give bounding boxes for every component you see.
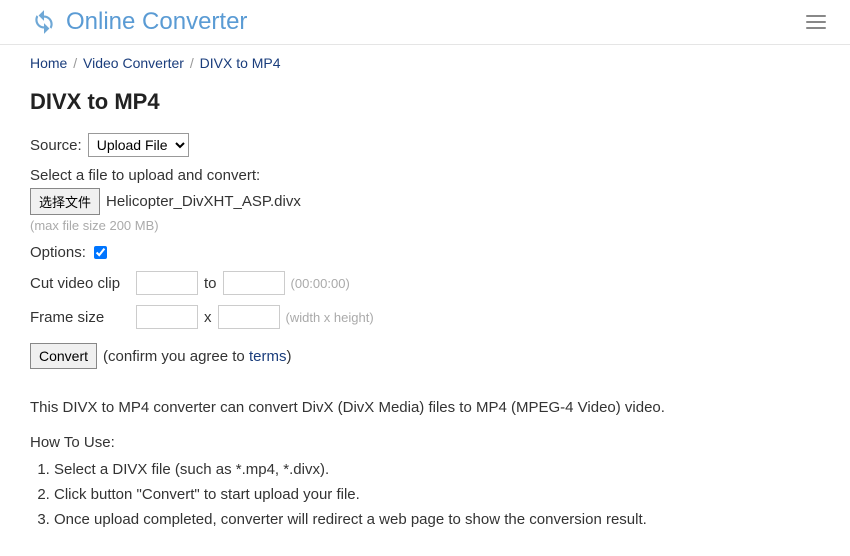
- frame-size-row: Frame size x (width x height): [30, 305, 820, 329]
- breadcrumb-sep: /: [190, 55, 194, 71]
- to-label: to: [204, 275, 217, 292]
- convert-row: Convert (confirm you agree to terms): [30, 343, 820, 369]
- logo-area[interactable]: Online Converter: [30, 8, 247, 36]
- cut-end-input[interactable]: [223, 271, 285, 295]
- breadcrumb-sep: /: [73, 55, 77, 71]
- frame-size-label: Frame size: [30, 309, 130, 326]
- howto-list: Select a DIVX file (such as *.mp4, *.div…: [54, 461, 820, 528]
- breadcrumb-video-converter[interactable]: Video Converter: [83, 55, 184, 71]
- howto-step: Select a DIVX file (such as *.mp4, *.div…: [54, 461, 820, 478]
- menu-icon[interactable]: [802, 11, 830, 33]
- frame-height-input[interactable]: [218, 305, 280, 329]
- options-row: Options:: [30, 244, 820, 261]
- convert-button[interactable]: Convert: [30, 343, 97, 369]
- source-row: Source: Upload File: [30, 133, 820, 157]
- breadcrumb-current[interactable]: DIVX to MP4: [200, 55, 281, 71]
- selected-file-name: Helicopter_DivXHT_ASP.divx: [106, 193, 301, 210]
- cut-clip-label: Cut video clip: [30, 275, 130, 292]
- breadcrumb: Home / Video Converter / DIVX to MP4: [30, 55, 820, 71]
- source-label: Source:: [30, 137, 82, 154]
- frame-width-input[interactable]: [136, 305, 198, 329]
- main-content: Home / Video Converter / DIVX to MP4 DIV…: [0, 45, 850, 556]
- x-label: x: [204, 309, 212, 326]
- page-title: DIVX to MP4: [30, 89, 820, 115]
- cut-start-input[interactable]: [136, 271, 198, 295]
- howto-step: Once upload completed, converter will re…: [54, 511, 820, 528]
- file-select-label: Select a file to upload and convert:: [30, 167, 260, 184]
- breadcrumb-home[interactable]: Home: [30, 55, 67, 71]
- confirm-text: (confirm you agree to terms): [103, 348, 291, 365]
- frame-hint: (width x height): [286, 310, 374, 325]
- options-label: Options:: [30, 244, 86, 261]
- cut-hint: (00:00:00): [291, 276, 350, 291]
- refresh-icon: [30, 8, 58, 36]
- cut-clip-row: Cut video clip to (00:00:00): [30, 271, 820, 295]
- choose-file-button[interactable]: 选择文件: [30, 188, 100, 215]
- terms-link[interactable]: terms: [249, 348, 287, 365]
- header: Online Converter: [0, 0, 850, 45]
- source-select[interactable]: Upload File: [88, 133, 189, 157]
- howto-title: How To Use:: [30, 434, 820, 451]
- options-checkbox[interactable]: [94, 246, 107, 259]
- description: This DIVX to MP4 converter can convert D…: [30, 399, 820, 416]
- site-title: Online Converter: [66, 8, 247, 36]
- howto-step: Click button "Convert" to start upload y…: [54, 486, 820, 503]
- max-size-hint: (max file size 200 MB): [30, 218, 159, 233]
